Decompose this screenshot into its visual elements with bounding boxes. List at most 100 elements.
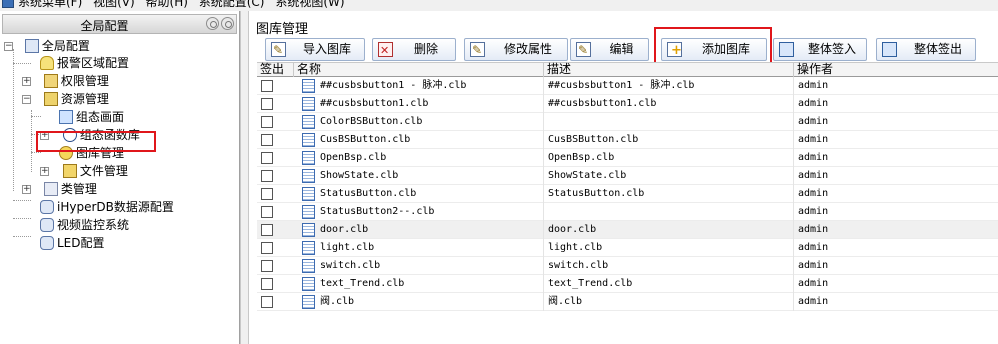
cell-name: switch.clb — [294, 257, 544, 275]
cell-desc: StatusButton.clb — [544, 185, 794, 203]
menu-help[interactable]: 帮助(H) — [146, 0, 188, 9]
library-management-panel: 图库管理 导入图库 删除 修改属性 编辑 添加图库 整体签入 整体签出 — [249, 11, 998, 344]
tree-item-library[interactable]: 图库管理 — [59, 145, 124, 162]
table-row[interactable]: ##cusbsbutton1.clb ##cusbsbutton1.clb admi… — [257, 95, 998, 113]
table-row[interactable]: ##cusbsbutton1 - 脉冲.clb ##cusbsbutton1 - … — [257, 77, 998, 95]
cell-name: light.clb — [294, 239, 544, 257]
checkout-checkbox[interactable] — [261, 116, 273, 128]
tree-item-ihyperdb[interactable]: iHyperDB数据源配置 — [40, 199, 174, 216]
cell-operator: admin — [798, 152, 829, 163]
table-row[interactable]: CusBSButton.clb CusBSButton.clb admin — [257, 131, 998, 149]
table-row[interactable]: switch.clb switch.clb admin — [257, 257, 998, 275]
cell-desc: door.clb — [544, 221, 794, 239]
checkout-checkbox[interactable] — [261, 152, 273, 164]
cell-desc — [544, 113, 794, 131]
panel-header: 全局配置 — [2, 14, 237, 34]
cell-desc: switch.clb — [544, 257, 794, 275]
expand-icon[interactable]: + — [40, 167, 49, 176]
col-desc[interactable]: 描述 — [544, 62, 794, 77]
menu-system[interactable]: 系统菜单(F) — [18, 0, 82, 9]
cell-desc: ##cusbsbutton1.clb — [544, 95, 794, 113]
add-library-button[interactable]: 添加图库 — [661, 38, 767, 61]
cell-name: StatusButton2--.clb — [294, 203, 544, 221]
checkout-all-button[interactable]: 整体签出 — [876, 38, 976, 61]
cell-operator: admin — [798, 98, 829, 109]
cell-desc: ##cusbsbutton1 - 脉冲.clb — [544, 77, 794, 95]
permission-icon — [43, 74, 58, 88]
file-icon — [62, 164, 77, 178]
checkout-checkbox[interactable] — [261, 170, 273, 182]
expand-icon[interactable]: + — [40, 131, 49, 140]
tree-item-global-config[interactable]: − 全局配置 — [4, 38, 90, 55]
expand-icon[interactable]: + — [22, 185, 31, 194]
cell-desc — [544, 203, 794, 221]
table-row[interactable]: StatusButton.clb StatusButton.clb admin — [257, 185, 998, 203]
tree-item-resource[interactable]: − 资源管理 — [22, 91, 109, 108]
edit-button[interactable]: 编辑 — [570, 38, 649, 61]
tree-item-video[interactable]: 视频监控系统 — [40, 217, 129, 234]
tree-item-screen[interactable]: 组态画面 — [59, 109, 124, 126]
checkout-checkbox[interactable] — [261, 206, 273, 218]
cell-operator: admin — [798, 134, 829, 145]
table-header: 签出 名称 描述 操作者 — [257, 62, 998, 77]
checkout-checkbox[interactable] — [261, 278, 273, 290]
pin-icon[interactable] — [206, 17, 219, 30]
collapse-icon[interactable]: − — [22, 95, 31, 104]
cell-operator: admin — [798, 242, 829, 253]
class-icon — [43, 182, 58, 196]
cell-name: ##cusbsbutton1.clb — [294, 95, 544, 113]
menu-system-config[interactable]: 系统配置(C) — [199, 0, 265, 9]
tree-item-class[interactable]: + 类管理 — [22, 181, 97, 198]
library-icon — [59, 146, 73, 160]
cell-name: text_Trend.clb — [294, 275, 544, 293]
table-row[interactable]: ShowState.clb ShowState.clb admin — [257, 167, 998, 185]
cell-name: ##cusbsbutton1 - 脉冲.clb — [294, 77, 544, 95]
resource-icon — [43, 92, 58, 106]
checkout-checkbox[interactable] — [261, 260, 273, 272]
col-name[interactable]: 名称 — [294, 62, 544, 77]
panel-title: 全局配置 — [80, 19, 129, 33]
close-icon[interactable] — [221, 17, 234, 30]
table-row[interactable]: door.clb door.clb admin — [257, 221, 998, 239]
collapse-icon[interactable]: − — [4, 42, 13, 51]
cell-operator: admin — [798, 116, 829, 127]
tree-item-led[interactable]: LED配置 — [40, 235, 105, 252]
table-row[interactable]: OpenBsp.clb OpenBsp.clb admin — [257, 149, 998, 167]
table-row[interactable]: text_Trend.clb text_Trend.clb admin — [257, 275, 998, 293]
cell-operator: admin — [798, 224, 829, 235]
checkout-checkbox[interactable] — [261, 98, 273, 110]
menu-view[interactable]: 视图(V) — [93, 0, 135, 9]
database-icon — [40, 236, 54, 250]
modify-properties-button[interactable]: 修改属性 — [464, 38, 568, 61]
col-checkout[interactable]: 签出 — [257, 62, 294, 77]
menu-system-view[interactable]: 系统视图(W) — [275, 0, 344, 9]
checkout-checkbox[interactable] — [261, 80, 273, 92]
screen-icon — [59, 110, 73, 124]
table-row[interactable]: light.clb light.clb admin — [257, 239, 998, 257]
cell-name: StatusButton.clb — [294, 185, 544, 203]
cell-desc: OpenBsp.clb — [544, 149, 794, 167]
cell-name: ShowState.clb — [294, 167, 544, 185]
cell-operator: admin — [798, 188, 829, 199]
expand-icon[interactable]: + — [22, 77, 31, 86]
table-row[interactable]: StatusButton2--.clb admin — [257, 203, 998, 221]
col-operator[interactable]: 操作者 — [794, 62, 998, 77]
import-library-button[interactable]: 导入图库 — [265, 38, 365, 61]
checkin-all-button[interactable]: 整体签入 — [773, 38, 867, 61]
tree-item-alarm-area[interactable]: 报警区域配置 — [40, 55, 129, 72]
checkout-checkbox[interactable] — [261, 224, 273, 236]
checkout-checkbox[interactable] — [261, 242, 273, 254]
table-row[interactable]: 阀.clb 阀.clb admin — [257, 293, 998, 311]
tree-item-function-lib[interactable]: + 组态函数库 — [40, 127, 140, 144]
table-row[interactable]: ColorBSButton.clb admin — [257, 113, 998, 131]
tree-item-permission[interactable]: + 权限管理 — [22, 73, 109, 90]
checkout-checkbox[interactable] — [261, 296, 273, 308]
delete-button[interactable]: 删除 — [372, 38, 456, 61]
tree-item-file[interactable]: + 文件管理 — [40, 163, 128, 180]
database-icon — [40, 218, 54, 232]
panel-splitter[interactable] — [240, 11, 249, 344]
cell-operator: admin — [798, 278, 829, 289]
checkout-checkbox[interactable] — [261, 188, 273, 200]
checkout-checkbox[interactable] — [261, 134, 273, 146]
cell-name: CusBSButton.clb — [294, 131, 544, 149]
